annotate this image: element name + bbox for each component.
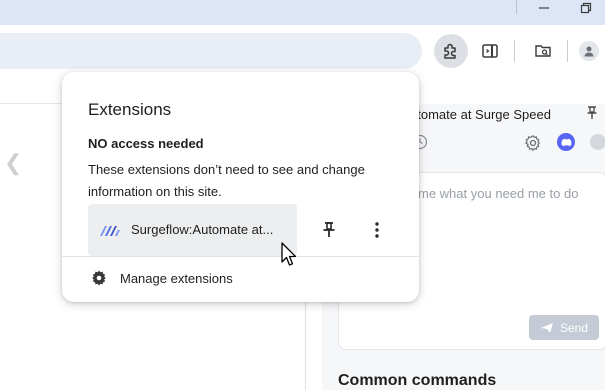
- restore-icon[interactable]: [576, 0, 596, 16]
- side-panel-title: utomate at Surge Speed: [410, 107, 551, 122]
- toolbar-separator: [514, 40, 515, 62]
- surgeflow-logo-icon: [100, 226, 120, 236]
- extensions-button[interactable]: [434, 34, 468, 68]
- popup-title: Extensions: [88, 100, 172, 119]
- command-placeholder: me what you need me to do: [418, 186, 579, 201]
- extensions-popup: Extensions NO access needed These extens…: [62, 72, 419, 302]
- settings-icon[interactable]: [524, 134, 542, 152]
- user-avatar[interactable]: [590, 134, 605, 150]
- extension-name: Surgeflow:Automate at...: [131, 222, 274, 237]
- mouse-cursor-icon: [281, 242, 297, 266]
- pin-extension-icon[interactable]: [316, 217, 342, 243]
- reading-list-icon[interactable]: [532, 40, 554, 62]
- side-panel-actions: [400, 130, 605, 156]
- send-button[interactable]: Send: [529, 315, 599, 340]
- window-titlebar: [0, 0, 605, 25]
- toolbar-separator: [567, 40, 568, 62]
- manage-extensions-label: Manage extensions: [120, 270, 233, 286]
- send-icon: [540, 322, 553, 333]
- gear-icon: [92, 270, 106, 286]
- extensions-icon: [444, 43, 456, 59]
- send-label: Send: [559, 320, 589, 335]
- discord-icon[interactable]: [557, 133, 575, 151]
- extension-item-surgeflow[interactable]: Surgeflow:Automate at...: [88, 204, 297, 256]
- minimize-icon[interactable]: [534, 0, 554, 16]
- manage-extensions-item[interactable]: Manage extensions: [90, 268, 233, 288]
- more-options-icon[interactable]: [364, 217, 390, 243]
- section-heading: NO access needed: [88, 136, 204, 151]
- common-commands-heading: Common commands: [338, 372, 497, 389]
- side-panel-icon[interactable]: [479, 40, 501, 62]
- profile-avatar[interactable]: [579, 41, 599, 61]
- section-description: These extensions don’t need to see and c…: [88, 162, 365, 199]
- popup-divider: [62, 256, 419, 257]
- pin-icon[interactable]: [586, 106, 598, 123]
- chevron-left-icon[interactable]: ❮: [4, 150, 22, 176]
- address-bar[interactable]: [0, 33, 422, 69]
- browser-toolbar: [0, 25, 605, 77]
- titlebar-separator: [516, 0, 517, 14]
